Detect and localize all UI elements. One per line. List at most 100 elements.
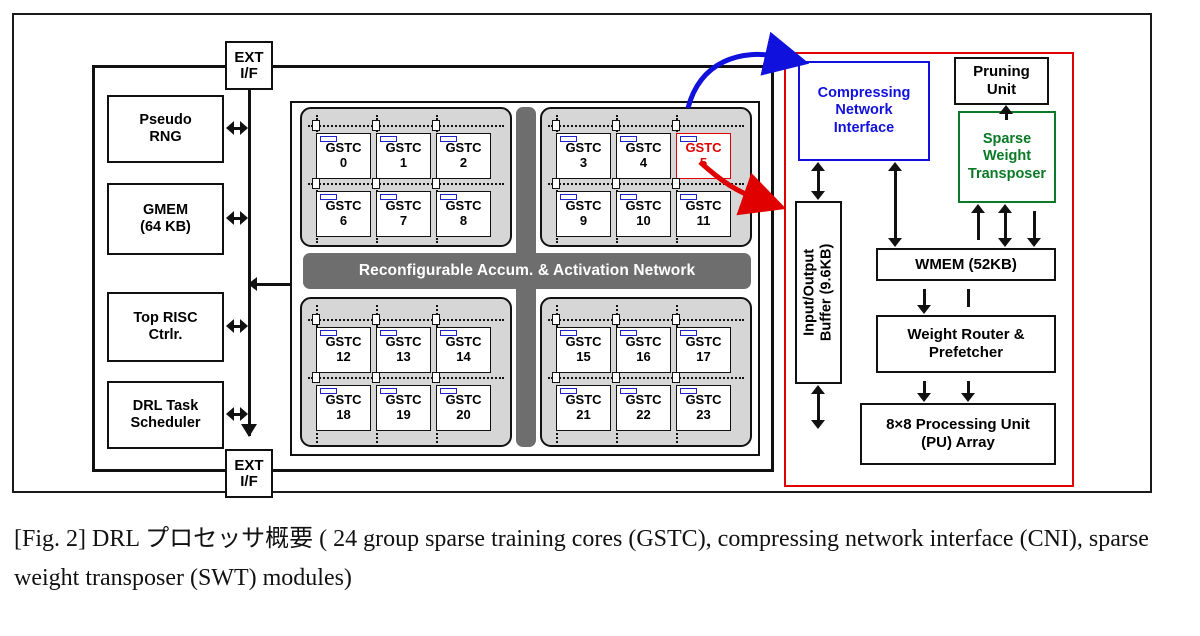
ext-if-top[interactable]: EXT I/F — [225, 41, 273, 90]
mesh-line-h-1 — [548, 377, 744, 379]
reconfigurable-accum-activation-network[interactable]: Reconfigurable Accum. & Activation Netwo… — [303, 253, 751, 289]
gstc-core-tab-icon — [620, 330, 637, 336]
gstc-core-name: GSTC — [325, 392, 362, 408]
gstc-core-name: GSTC — [565, 140, 602, 156]
gstc-core-19[interactable]: GSTC 19 — [376, 385, 431, 431]
gstc-core-12[interactable]: GSTC 12 — [316, 327, 371, 373]
gstc-core-tab-icon — [560, 388, 577, 394]
gstc-group-3: GSTC 15 GSTC 16 GSTC 17 GSTC 21 GSTC 22 GSTC 23 — [540, 297, 752, 447]
router-node — [612, 178, 620, 189]
pseudo-rng-block[interactable]: Pseudo RNG — [107, 95, 224, 163]
mesh-line-h-0 — [308, 125, 504, 127]
figure-frame: Pseudo RNG GMEM (64 KB) Top RISC Ctrlr. … — [12, 13, 1152, 498]
gstc-core-name: GSTC — [625, 198, 662, 214]
gstc-core-6[interactable]: GSTC 6 — [316, 191, 371, 237]
pu-array-label-1: 8×8 Processing Unit — [886, 416, 1030, 433]
gstc-core-15[interactable]: GSTC 15 — [556, 327, 611, 373]
gstc-core-2[interactable]: GSTC 2 — [436, 133, 491, 179]
drl-task-label-2: Scheduler — [130, 415, 201, 431]
gstc-core-name: GSTC — [385, 392, 422, 408]
gstc-core-16[interactable]: GSTC 16 — [616, 327, 671, 373]
gstc-core-0[interactable]: GSTC 0 — [316, 133, 371, 179]
gstc-core-3[interactable]: GSTC 3 — [556, 133, 611, 179]
input-output-buffer-block[interactable]: Input/Output Buffer (9.6KB) — [795, 201, 842, 384]
router-node — [312, 178, 320, 189]
gstc-core-21[interactable]: GSTC 21 — [556, 385, 611, 431]
router-node — [612, 120, 620, 131]
gstc-core-name: GSTC — [625, 392, 662, 408]
gstc-core-20[interactable]: GSTC 20 — [436, 385, 491, 431]
gstc-core-9[interactable]: GSTC 9 — [556, 191, 611, 237]
drl-task-label-1: DRL Task — [132, 397, 199, 414]
gstc-group-1: GSTC 3 GSTC 4 GSTC 5 GSTC 9 GSTC 10 GSTC 11 — [540, 107, 752, 247]
gstc-core-13[interactable]: GSTC 13 — [376, 327, 431, 373]
ext-if-bottom-label-1: EXT — [234, 456, 264, 474]
gstc-core-tab-icon — [320, 194, 337, 200]
weight-router-label-2: Prefetcher — [928, 344, 1004, 361]
gstc-core-7[interactable]: GSTC 7 — [376, 191, 431, 237]
arrow-gmem-bus-icon — [226, 211, 248, 226]
gstc-core-tab-icon — [620, 388, 637, 394]
wmem-block[interactable]: WMEM (52KB) — [876, 248, 1056, 281]
pruning-label-1: Pruning — [973, 63, 1030, 80]
top-risc-label-1: Top RISC — [133, 309, 198, 326]
pu-array-block[interactable]: 8×8 Processing Unit (PU) Array — [860, 403, 1056, 465]
gstc-core-18[interactable]: GSTC 18 — [316, 385, 371, 431]
gstc-core-index: 9 — [579, 213, 588, 228]
weight-router-prefetcher-block[interactable]: Weight Router & Prefetcher — [876, 315, 1056, 373]
drl-task-scheduler-block[interactable]: DRL Task Scheduler — [107, 381, 224, 449]
ext-if-top-label-1: EXT — [234, 48, 264, 66]
router-node — [432, 120, 440, 131]
gstc-core-index: 7 — [399, 213, 408, 228]
gstc-core-17[interactable]: GSTC 17 — [676, 327, 731, 373]
mesh-line-h-0 — [548, 319, 744, 321]
ext-if-top-label-2: I/F — [240, 64, 258, 82]
gstc-core-name: GSTC — [565, 392, 602, 408]
gstc-core-tab-icon — [680, 330, 697, 336]
router-node — [432, 372, 440, 383]
gstc-core-index: 3 — [579, 155, 588, 170]
router-node — [672, 178, 680, 189]
swt-label-3: Transposer — [967, 165, 1047, 182]
compressing-network-interface-block[interactable]: Compressing Network Interface — [798, 61, 930, 161]
gstc-core-index: 14 — [456, 349, 471, 364]
arrow-cni-wmem-icon — [888, 162, 903, 247]
gstc-core-tab-icon — [380, 194, 397, 200]
gstc-core-1[interactable]: GSTC 1 — [376, 133, 431, 179]
gstc-core-8[interactable]: GSTC 8 — [436, 191, 491, 237]
arrow-swt-wmem-down-icon — [1027, 204, 1042, 247]
gstc-core-tab-icon — [440, 388, 457, 394]
arrow-wmem-router-icon — [917, 282, 932, 314]
router-node — [372, 178, 380, 189]
gstc-core-index: 10 — [636, 213, 651, 228]
gstc-core-name: GSTC — [445, 392, 482, 408]
gstc-core-22[interactable]: GSTC 22 — [616, 385, 671, 431]
gstc-core-name: GSTC — [385, 334, 422, 350]
gstc-core-index: 6 — [339, 213, 348, 228]
gstc-core-11[interactable]: GSTC 11 — [676, 191, 731, 237]
arrow-iobuffer-pu-icon — [811, 385, 826, 429]
gstc-core-name: GSTC — [445, 198, 482, 214]
router-node — [552, 372, 560, 383]
router-node — [312, 314, 320, 325]
gstc-core-5[interactable]: GSTC 5 — [676, 133, 731, 179]
gstc-core-tab-icon — [440, 330, 457, 336]
gmem-block[interactable]: GMEM (64 KB) — [107, 183, 224, 255]
gstc-core-23[interactable]: GSTC 23 — [676, 385, 731, 431]
gstc-group-0: GSTC 0 GSTC 1 GSTC 2 GSTC 6 GSTC 7 GSTC 8 — [300, 107, 512, 247]
gstc-core-index: 12 — [336, 349, 351, 364]
mesh-line-h-1 — [548, 183, 744, 185]
router-node — [432, 314, 440, 325]
gstc-core-14[interactable]: GSTC 14 — [436, 327, 491, 373]
pruning-unit-block[interactable]: Pruning Unit — [954, 57, 1049, 105]
gstc-core-4[interactable]: GSTC 4 — [616, 133, 671, 179]
gstc-core-tab-icon — [380, 388, 397, 394]
gmem-label-2: (64 KB) — [140, 219, 191, 235]
cni-label-3: Interface — [833, 119, 895, 136]
ext-if-bottom[interactable]: EXT I/F — [225, 449, 273, 498]
arrow-scheduler-bus-icon — [226, 407, 248, 422]
gstc-core-index: 18 — [336, 407, 351, 422]
router-node — [312, 372, 320, 383]
gstc-core-10[interactable]: GSTC 10 — [616, 191, 671, 237]
top-risc-ctrlr-block[interactable]: Top RISC Ctrlr. — [107, 292, 224, 362]
